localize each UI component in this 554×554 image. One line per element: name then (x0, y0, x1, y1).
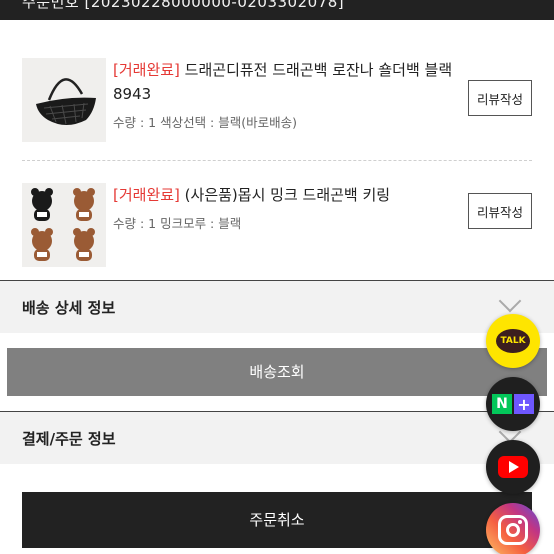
product-title: (사은품)몹시 밍크 드래곤백 키링 (179, 186, 391, 204)
write-review-button[interactable]: 리뷰작성 (468, 80, 532, 116)
product-options: 수량 : 1 색상선택 : 블랙(바로배송) (113, 115, 297, 130)
shipping-section-header[interactable]: 배송 상세 정보 (0, 280, 554, 333)
payment-section-header[interactable]: 결제/주문 정보 (0, 411, 554, 464)
naver-n-icon: N (492, 394, 512, 414)
plus-icon: + (514, 394, 534, 414)
shipping-section-title: 배송 상세 정보 (22, 299, 116, 317)
kakaotalk-button[interactable]: TALK (486, 314, 540, 368)
cancel-order-button[interactable]: 주문취소 (22, 492, 532, 548)
product-name[interactable]: [거래완료] (사은품)몹시 밍크 드래곤백 키링 (113, 183, 453, 207)
product-thumbnail[interactable] (22, 183, 106, 267)
order-item: [거래완료] (사은품)몹시 밍크 드래곤백 키링 수량 : 1 밍크모루 : … (22, 183, 532, 267)
order-number-text: 주문번호 [20230228000000-0203302078] (22, 0, 345, 11)
write-review-button[interactable]: 리뷰작성 (468, 193, 532, 229)
deal-status: [거래완료] (113, 186, 180, 204)
chevron-down-icon (498, 289, 522, 313)
order-item: [거래완료] 드래곤디퓨전 드래곤백 로잔나 숄더백 블랙 8943 수량 : … (22, 58, 532, 158)
instagram-icon (498, 515, 528, 545)
youtube-button[interactable] (486, 440, 540, 494)
product-options: 수량 : 1 밍크모루 : 블랙 (113, 216, 242, 231)
deal-status: [거래완료] (113, 61, 180, 79)
keyring-image-icon (31, 188, 95, 261)
payment-section-title: 결제/주문 정보 (22, 430, 116, 448)
bag-image-icon (36, 78, 96, 125)
track-delivery-button[interactable]: 배송조회 (7, 348, 547, 396)
instagram-button[interactable] (486, 503, 540, 554)
item-divider (22, 160, 532, 161)
product-name[interactable]: [거래완료] 드래곤디퓨전 드래곤백 로잔나 숄더백 블랙 8943 (113, 58, 453, 106)
naver-button[interactable]: N + (486, 377, 540, 431)
product-thumbnail[interactable] (22, 58, 106, 142)
kakaotalk-icon: TALK (496, 329, 530, 353)
order-number-bar: 주문번호 [20230228000000-0203302078] (0, 0, 554, 20)
youtube-icon (498, 456, 528, 478)
